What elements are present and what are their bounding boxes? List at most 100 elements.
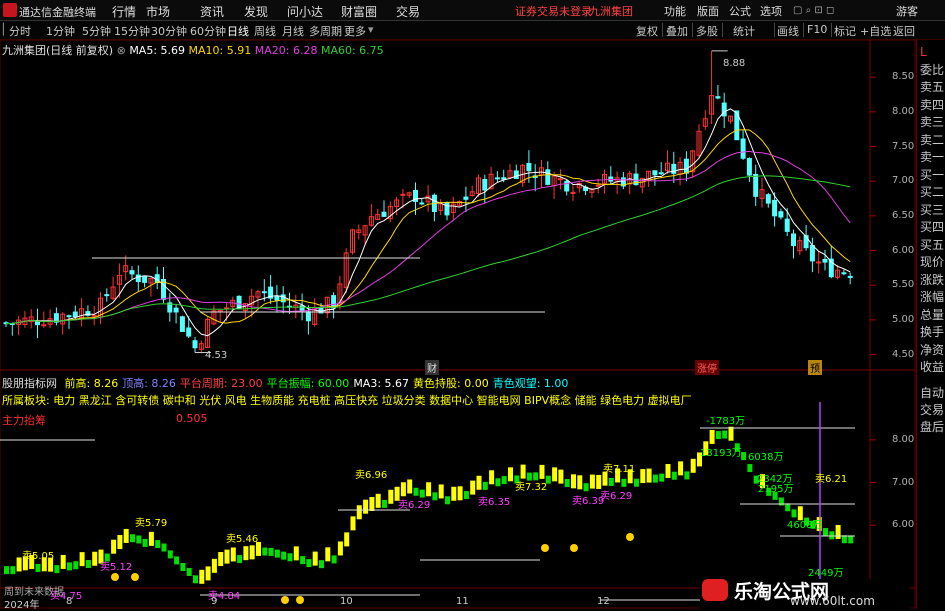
signal-dot (626, 533, 634, 541)
signal-dot (111, 573, 119, 581)
kline-body (91, 314, 97, 317)
btn-restore-rights[interactable]: 复权 (636, 23, 658, 39)
kline-body (41, 324, 47, 327)
side-field[interactable]: 总量 (920, 308, 944, 322)
tab-monthly[interactable]: 月线 (282, 23, 304, 39)
ma5-label: MA5: 5.69 (129, 44, 186, 57)
menu-options[interactable]: 选项 (760, 3, 782, 19)
indicator-bar (589, 474, 595, 489)
menu-market[interactable]: 市场 (146, 3, 170, 20)
btn-multistock[interactable]: 多股 (696, 23, 718, 39)
guest-user[interactable]: 游客 (896, 3, 918, 19)
kline-body (179, 316, 185, 332)
indicator-bar (476, 475, 482, 490)
indicator-bar (426, 482, 432, 497)
kline-body (652, 170, 658, 176)
tab-timeshare[interactable]: 分时 (9, 23, 31, 39)
forecast-mark[interactable]: 预 (808, 360, 822, 375)
side-field[interactable]: 委比 (920, 63, 944, 77)
more-chevron-icon[interactable]: ▾ (368, 23, 374, 36)
indicator-axis-label: 7.00 (892, 476, 915, 488)
btn-mark[interactable]: 标记 (834, 23, 856, 39)
menu-discover[interactable]: 发现 (244, 3, 268, 20)
kline-body (186, 327, 192, 337)
btn-add-watch[interactable]: +自选 (860, 23, 891, 39)
tab-weekly[interactable]: 周线 (254, 23, 276, 39)
icon-row[interactable]: ▢ ⌕ ⊡ ◻ (793, 5, 834, 16)
side-field[interactable]: 卖一 (920, 151, 944, 164)
side-field[interactable]: 净资 (920, 343, 944, 357)
menu-function[interactable]: 功能 (664, 3, 686, 19)
side-field[interactable]: L (920, 46, 927, 59)
ma10-line (5, 129, 851, 325)
stock-name[interactable]: 九洲集团(日线 前复权) (2, 44, 113, 57)
indicator-bar (413, 487, 419, 496)
side-field[interactable]: 卖二 (920, 133, 944, 147)
indicator-bar (274, 549, 280, 558)
indicator-bar (463, 491, 469, 500)
kline-body (526, 163, 532, 172)
kline-body (545, 169, 551, 185)
side-field[interactable]: 买三 (920, 203, 944, 217)
indicator-item: 平台周期: 23.00 (179, 377, 263, 390)
tab-multi[interactable]: 多周期 (309, 23, 342, 39)
tab-30min[interactable]: 30分钟 (151, 23, 187, 39)
side-field[interactable]: 现价 (920, 256, 944, 269)
side-panel: L 委比卖五卖四卖三卖二卖一买一买二买三买四买五现价涨跌涨幅总量换手净资收益自动交… (916, 40, 945, 609)
login-status[interactable]: 证券交易未登录 (515, 3, 592, 19)
low-price-label: 4.53 (205, 350, 228, 361)
btn-stats[interactable]: 统计 (733, 23, 755, 39)
watermark-url: www.60lt.com (790, 594, 875, 608)
tab-15min[interactable]: 15分钟 (114, 23, 150, 39)
menu-quotes[interactable]: 行情 (112, 3, 136, 20)
side-field[interactable]: 换手 (920, 326, 944, 339)
btn-back[interactable]: 返回 (893, 23, 915, 39)
menu-ask[interactable]: 问小达 (287, 3, 323, 20)
indicator-name[interactable]: 股朋指标网 (2, 377, 57, 390)
btn-draw[interactable]: 画线 (777, 23, 799, 39)
side-field[interactable]: 收益 (920, 361, 944, 374)
ma5-line (5, 108, 851, 337)
indicator-bar (325, 547, 331, 562)
finance-mark[interactable]: 财 (425, 360, 439, 375)
side-field[interactable]: 卖五 (920, 81, 944, 94)
indicator-bar (79, 552, 85, 567)
tab-60min[interactable]: 60分钟 (190, 23, 226, 39)
menu-trade[interactable]: 交易 (396, 3, 420, 20)
side-field[interactable]: 买四 (920, 221, 944, 234)
indicator-bar (356, 505, 362, 520)
btn-f10[interactable]: F10 (807, 23, 827, 36)
side-field[interactable]: 涨跌 (920, 273, 944, 287)
btn-overlay[interactable]: 叠加 (666, 23, 688, 39)
side-field[interactable]: 买一 (920, 168, 944, 182)
indicator-bar (539, 464, 545, 479)
side-tab[interactable]: 交易 (920, 404, 944, 417)
side-field[interactable]: 卖四 (920, 98, 944, 112)
flow-label: 4608万 (787, 520, 823, 531)
tab-more[interactable]: 更多 (344, 23, 366, 39)
tab-5min[interactable]: 5分钟 (82, 23, 111, 39)
price-axis-label: 7.50 (892, 140, 915, 152)
indicator-bar (382, 499, 387, 508)
side-field[interactable]: 买二 (920, 186, 944, 199)
tab-1min[interactable]: 1分钟 (46, 23, 75, 39)
kline-body (192, 340, 198, 349)
tab-daily[interactable]: 日线 (227, 23, 249, 39)
close-icon[interactable]: ⊗ (117, 44, 126, 57)
indicator-bar (728, 426, 734, 441)
indicator-bar (218, 552, 224, 567)
indicator-bar (180, 563, 186, 572)
kline-body (595, 184, 601, 187)
indicator-item: 平台振幅: 60.00 (266, 377, 350, 390)
limit-up-mark[interactable]: 涨停 (695, 360, 719, 375)
menu-formula[interactable]: 公式 (729, 3, 751, 19)
menu-news[interactable]: 资讯 (200, 3, 224, 20)
side-tab[interactable]: 盘后 (920, 421, 944, 434)
side-tab[interactable]: 自动 (920, 387, 944, 400)
menu-layout[interactable]: 版面 (697, 3, 719, 19)
side-field[interactable]: 买五 (920, 238, 944, 252)
side-field[interactable]: 卖三 (920, 116, 944, 129)
side-field[interactable]: 涨幅 (920, 291, 944, 304)
menu-wealth[interactable]: 财富圈 (341, 3, 377, 20)
flow-label: -1783万 (706, 416, 746, 427)
